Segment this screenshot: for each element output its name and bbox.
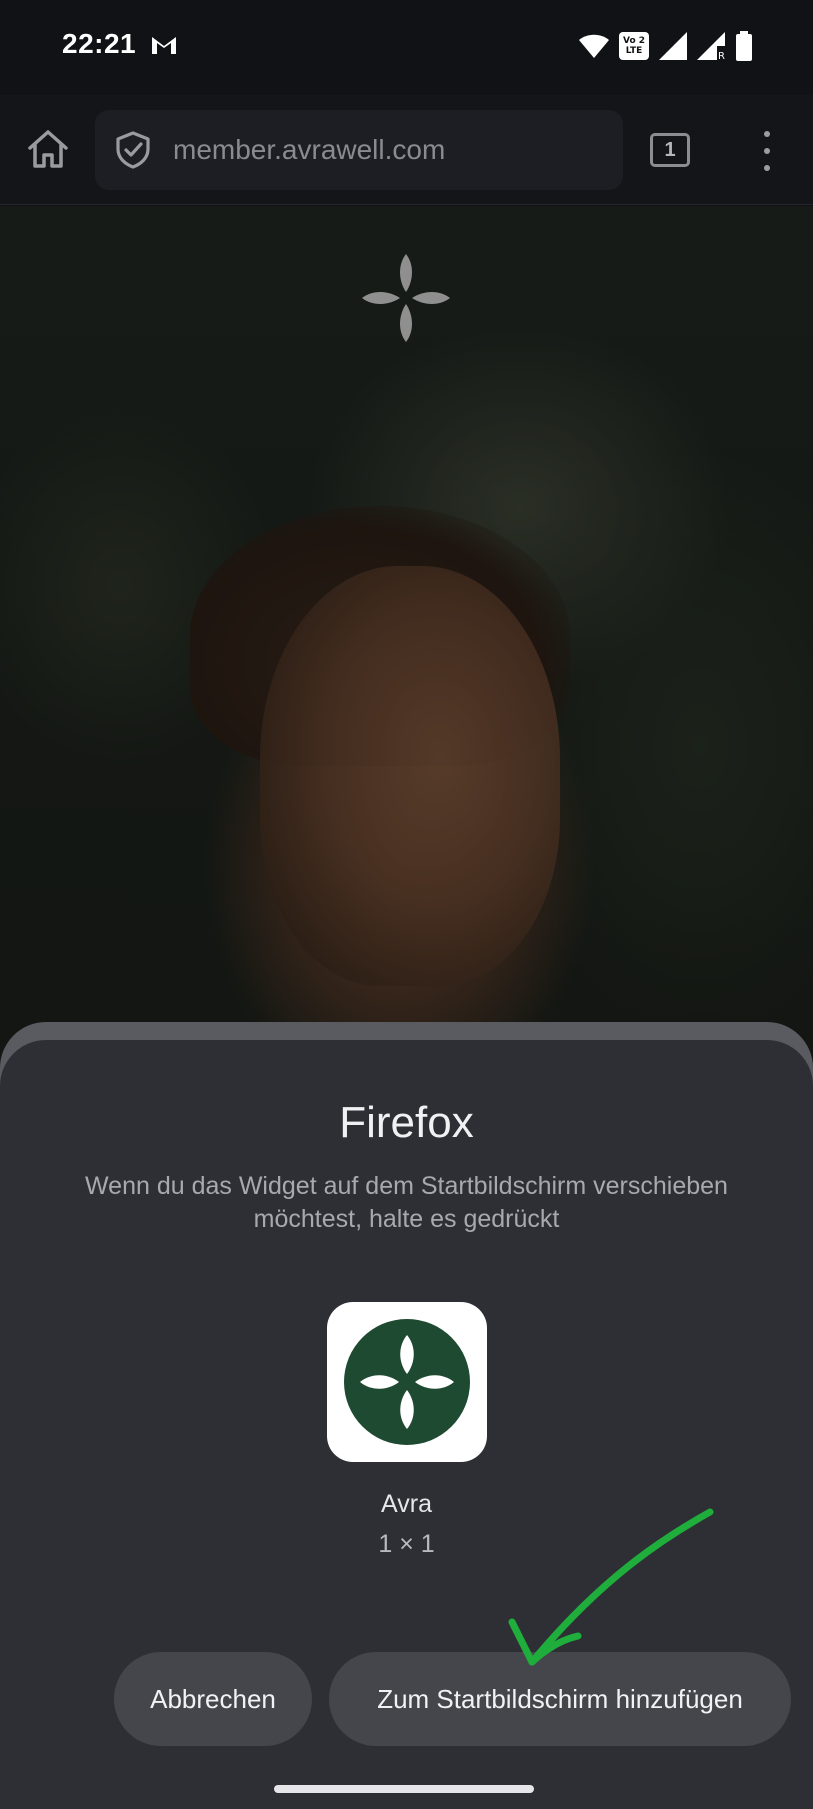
annotation-arrow-icon <box>508 1508 714 1666</box>
signal-roaming-icon: R <box>697 32 725 60</box>
gmail-icon <box>152 37 176 54</box>
browser-toolbar: member.avrawell.com 1 <box>0 95 813 205</box>
status-bar: 22:21 Vo 2 LTE R <box>0 0 813 95</box>
shield-icon[interactable] <box>113 130 153 170</box>
signal-icon <box>659 32 687 60</box>
battery-icon <box>736 31 752 61</box>
home-icon <box>28 130 68 168</box>
sheet-title: Firefox <box>339 1098 474 1147</box>
home-indicator[interactable] <box>274 1785 534 1793</box>
url-text[interactable]: member.avrawell.com <box>173 134 445 166</box>
wifi-icon <box>579 34 609 58</box>
add-widget-sheet: Firefox Wenn du das Widget auf dem Start… <box>0 1040 813 1809</box>
svg-text:R: R <box>718 51 725 60</box>
menu-icon[interactable] <box>755 131 779 171</box>
cancel-button[interactable]: Abbrechen <box>114 1652 312 1746</box>
url-bar[interactable]: member.avrawell.com <box>95 110 623 190</box>
avra-logo-icon <box>362 254 450 342</box>
tabs-button[interactable]: 1 <box>650 133 690 167</box>
widget-preview[interactable] <box>327 1302 487 1462</box>
status-icons: Vo 2 LTE R <box>579 30 753 62</box>
sheet-description: Wenn du das Widget auf dem Startbildschi… <box>85 1172 728 1233</box>
volte-icon: Vo 2 LTE <box>619 32 649 60</box>
status-time: 22:21 <box>62 28 137 59</box>
avra-app-icon <box>344 1319 470 1445</box>
home-button[interactable] <box>24 125 72 173</box>
